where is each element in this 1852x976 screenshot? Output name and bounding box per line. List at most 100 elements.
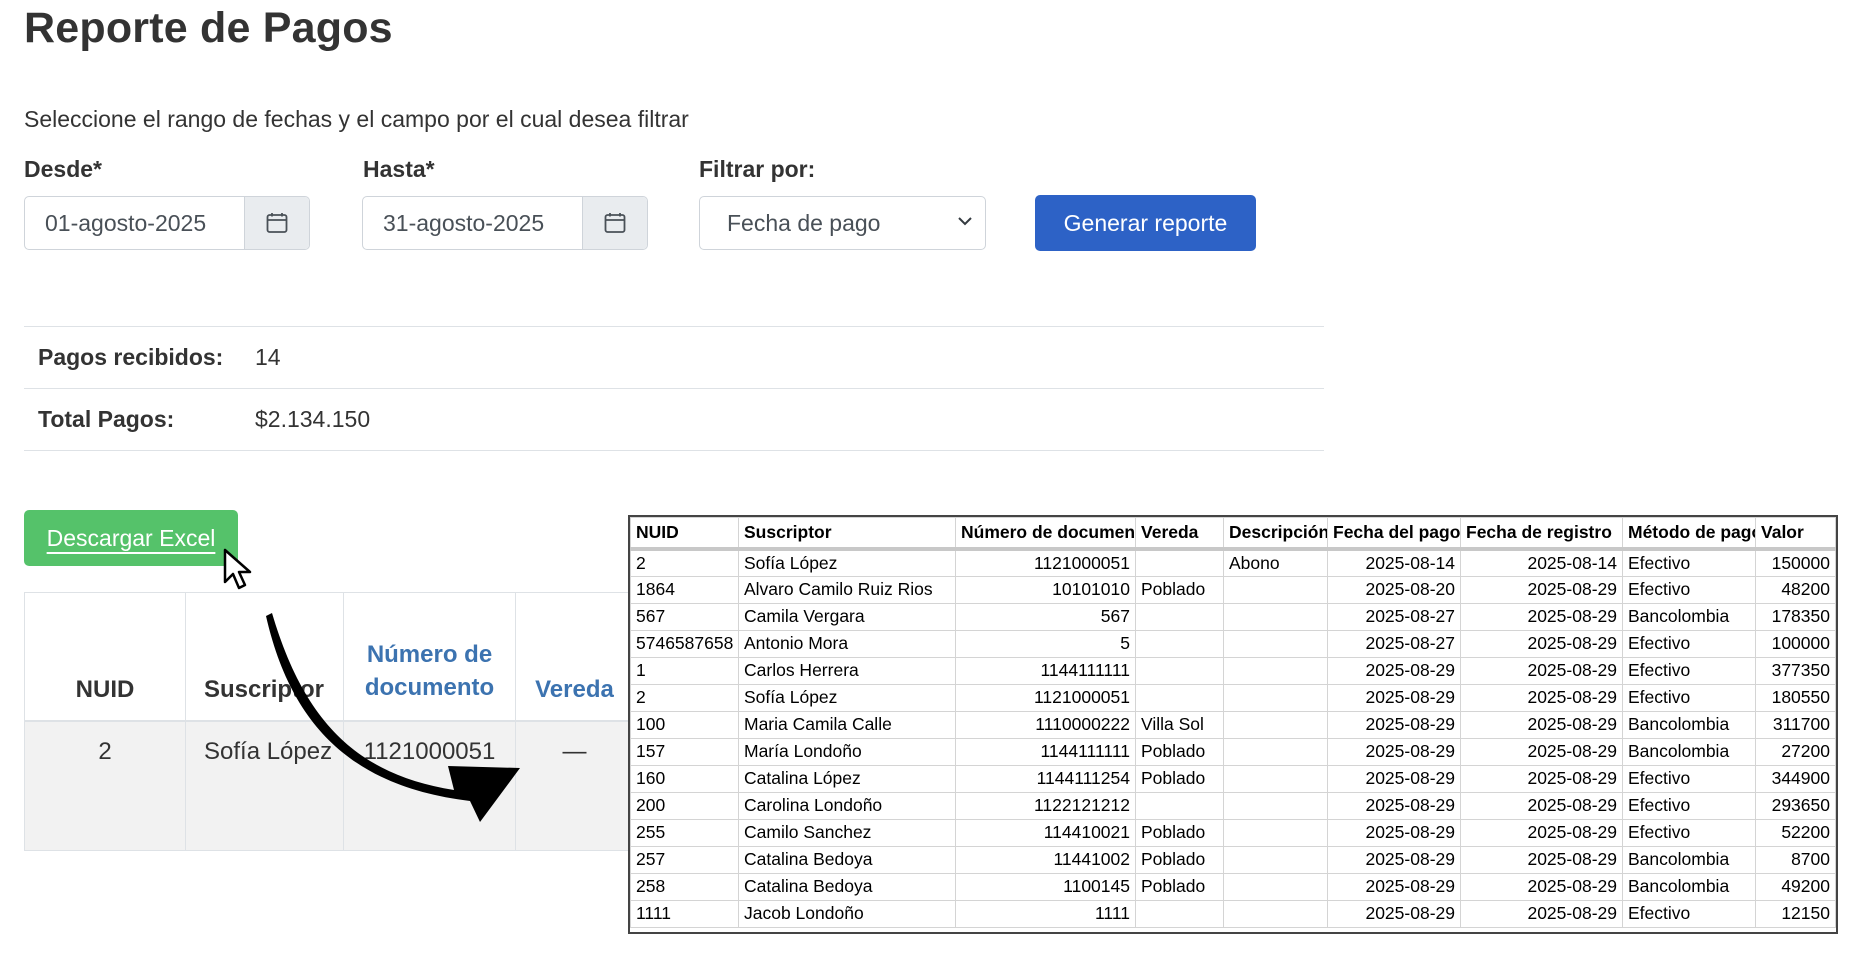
excel-cell-fecha-registro: 2025-08-29 bbox=[1460, 791, 1623, 820]
col-header-suscriptor[interactable]: Suscriptor bbox=[185, 592, 344, 722]
desde-date-value[interactable]: 01-agosto-2025 bbox=[25, 197, 244, 249]
excel-cell-valor: 311700 bbox=[1755, 710, 1836, 739]
cell-documento: 1121000051 bbox=[343, 720, 516, 851]
excel-cell-fecha-pago: 2025-08-29 bbox=[1327, 683, 1461, 712]
col-header-vereda[interactable]: Vereda bbox=[515, 592, 634, 722]
desde-label: Desde* bbox=[24, 156, 102, 182]
excel-cell-suscriptor: Catalina López bbox=[738, 764, 956, 793]
filtrar-select[interactable]: Fecha de pago bbox=[699, 196, 986, 250]
excel-cell-fecha-pago: 2025-08-29 bbox=[1327, 656, 1461, 685]
excel-cell-fecha-pago: 2025-08-29 bbox=[1327, 845, 1461, 874]
excel-cell-suscriptor: Jacob Londoño bbox=[738, 899, 956, 928]
excel-cell-fecha-pago: 2025-08-27 bbox=[1327, 602, 1461, 631]
excel-cell-valor: 344900 bbox=[1755, 764, 1836, 793]
summary-row-total: Total Pagos: $2.134.150 bbox=[24, 388, 1324, 451]
col-header-nuid[interactable]: NUID bbox=[24, 592, 186, 722]
pagos-value: 14 bbox=[255, 344, 281, 370]
excel-cell-valor: 178350 bbox=[1755, 602, 1836, 631]
excel-cell-descripcion bbox=[1223, 845, 1328, 874]
desde-date-field[interactable]: 01-agosto-2025 bbox=[24, 196, 310, 250]
excel-cell-fecha-pago: 2025-08-27 bbox=[1327, 629, 1461, 658]
excel-cell-fecha-pago: 2025-08-29 bbox=[1327, 710, 1461, 739]
excel-cell-documento: 1111 bbox=[955, 899, 1136, 928]
excel-cell-vereda bbox=[1135, 899, 1224, 928]
excel-cell-metodo-pago: Efectivo bbox=[1622, 683, 1756, 712]
excel-cell-fecha-pago: 2025-08-20 bbox=[1327, 575, 1461, 604]
col-header-documento[interactable]: Número de documento bbox=[343, 592, 516, 722]
excel-cell-fecha-registro: 2025-08-29 bbox=[1460, 629, 1623, 658]
excel-cell-documento: 1121000051 bbox=[955, 683, 1136, 712]
excel-row: 1864 Alvaro Camilo Ruiz Rios 10101010 Pobla… bbox=[630, 575, 1836, 604]
excel-cell-suscriptor: Camilo Sanchez bbox=[738, 818, 956, 847]
generate-report-button[interactable]: Generar reporte bbox=[1035, 195, 1256, 251]
excel-cell-documento: 1110000222 bbox=[955, 710, 1136, 739]
excel-cell-fecha-pago: 2025-08-29 bbox=[1327, 791, 1461, 820]
excel-cell-suscriptor: Catalina Bedoya bbox=[738, 845, 956, 874]
excel-cell-fecha-pago: 2025-08-29 bbox=[1327, 764, 1461, 793]
page-title: Reporte de Pagos bbox=[24, 4, 393, 52]
desde-calendar-button[interactable] bbox=[244, 197, 309, 249]
filtrar-select-value: Fecha de pago bbox=[727, 210, 881, 236]
excel-cell-metodo-pago: Bancolombia bbox=[1622, 737, 1756, 766]
excel-row: 255 Camilo Sanchez 114410021 Poblado 2025-08… bbox=[630, 818, 1836, 847]
excel-cell-descripcion bbox=[1223, 872, 1328, 901]
excel-cell-vereda: Villa Sol bbox=[1135, 710, 1224, 739]
excel-cell-valor: 180550 bbox=[1755, 683, 1836, 712]
excel-col-valor: Valor bbox=[1755, 517, 1836, 551]
excel-cell-suscriptor: Sofía López bbox=[738, 683, 956, 712]
excel-cell-fecha-pago: 2025-08-14 bbox=[1327, 548, 1461, 577]
excel-cell-vereda bbox=[1135, 602, 1224, 631]
hasta-date-field[interactable]: 31-agosto-2025 bbox=[362, 196, 648, 250]
excel-cell-fecha-pago: 2025-08-29 bbox=[1327, 899, 1461, 928]
excel-cell-fecha-registro: 2025-08-29 bbox=[1460, 899, 1623, 928]
hasta-calendar-button[interactable] bbox=[582, 197, 647, 249]
mouse-pointer-icon bbox=[223, 548, 252, 590]
filtrar-label: Filtrar por: bbox=[699, 156, 816, 182]
excel-cell-documento: 1144111254 bbox=[955, 764, 1136, 793]
excel-cell-nuid: 2 bbox=[630, 548, 739, 577]
excel-cell-vereda: Poblado bbox=[1135, 845, 1224, 874]
excel-row: 100 Maria Camila Calle 1110000222 Villa Sol… bbox=[630, 710, 1836, 739]
excel-row: 1 Carlos Herrera 1144111111 2025-08-29 2025-… bbox=[630, 656, 1836, 685]
summary-table: Pagos recibidos: 14 Total Pagos: $2.134.… bbox=[24, 326, 1324, 451]
excel-cell-vereda bbox=[1135, 791, 1224, 820]
excel-row: 200 Carolina Londoño 1122121212 2025-08-29 2… bbox=[630, 791, 1836, 820]
excel-cell-metodo-pago: Bancolombia bbox=[1622, 710, 1756, 739]
excel-row: 157 María Londoño 1144111111 Poblado 2025-08… bbox=[630, 737, 1836, 766]
excel-cell-vereda: Poblado bbox=[1135, 818, 1224, 847]
excel-cell-nuid: 1864 bbox=[630, 575, 739, 604]
download-excel-button[interactable]: Descargar Excel bbox=[24, 510, 238, 566]
total-value: $2.134.150 bbox=[255, 406, 371, 432]
excel-cell-fecha-pago: 2025-08-29 bbox=[1327, 872, 1461, 901]
excel-cell-vereda bbox=[1135, 683, 1224, 712]
excel-cell-vereda bbox=[1135, 548, 1224, 577]
excel-cell-nuid: 567 bbox=[630, 602, 739, 631]
excel-cell-nuid: 100 bbox=[630, 710, 739, 739]
table-row: 2 Sofía López 1121000051 — bbox=[24, 720, 634, 851]
excel-cell-valor: 12150 bbox=[1755, 899, 1836, 928]
excel-cell-valor: 8700 bbox=[1755, 845, 1836, 874]
excel-cell-valor: 377350 bbox=[1755, 656, 1836, 685]
excel-cell-nuid: 255 bbox=[630, 818, 739, 847]
excel-cell-descripcion bbox=[1223, 737, 1328, 766]
excel-cell-descripcion bbox=[1223, 791, 1328, 820]
excel-cell-fecha-registro: 2025-08-29 bbox=[1460, 575, 1623, 604]
excel-cell-suscriptor: Maria Camila Calle bbox=[738, 710, 956, 739]
excel-cell-descripcion bbox=[1223, 656, 1328, 685]
excel-col-documento: Número de documento bbox=[955, 517, 1136, 551]
excel-row: 2 Sofía López 1121000051 2025-08-29 2025-08-… bbox=[630, 683, 1836, 712]
excel-row: 160 Catalina López 1144111254 Poblado 2025-0… bbox=[630, 764, 1836, 793]
excel-cell-vereda bbox=[1135, 629, 1224, 658]
excel-cell-metodo-pago: Efectivo bbox=[1622, 818, 1756, 847]
hasta-date-value[interactable]: 31-agosto-2025 bbox=[363, 197, 582, 249]
excel-cell-descripcion bbox=[1223, 629, 1328, 658]
excel-cell-fecha-registro: 2025-08-29 bbox=[1460, 764, 1623, 793]
excel-cell-documento: 5 bbox=[955, 629, 1136, 658]
excel-cell-documento: 10101010 bbox=[955, 575, 1136, 604]
excel-cell-documento: 1144111111 bbox=[955, 737, 1136, 766]
excel-cell-nuid: 257 bbox=[630, 845, 739, 874]
excel-row: 2 Sofía López 1121000051 Abono 2025-08-14 202… bbox=[630, 548, 1836, 577]
excel-cell-descripcion bbox=[1223, 602, 1328, 631]
excel-cell-fecha-pago: 2025-08-29 bbox=[1327, 818, 1461, 847]
excel-cell-fecha-registro: 2025-08-29 bbox=[1460, 737, 1623, 766]
